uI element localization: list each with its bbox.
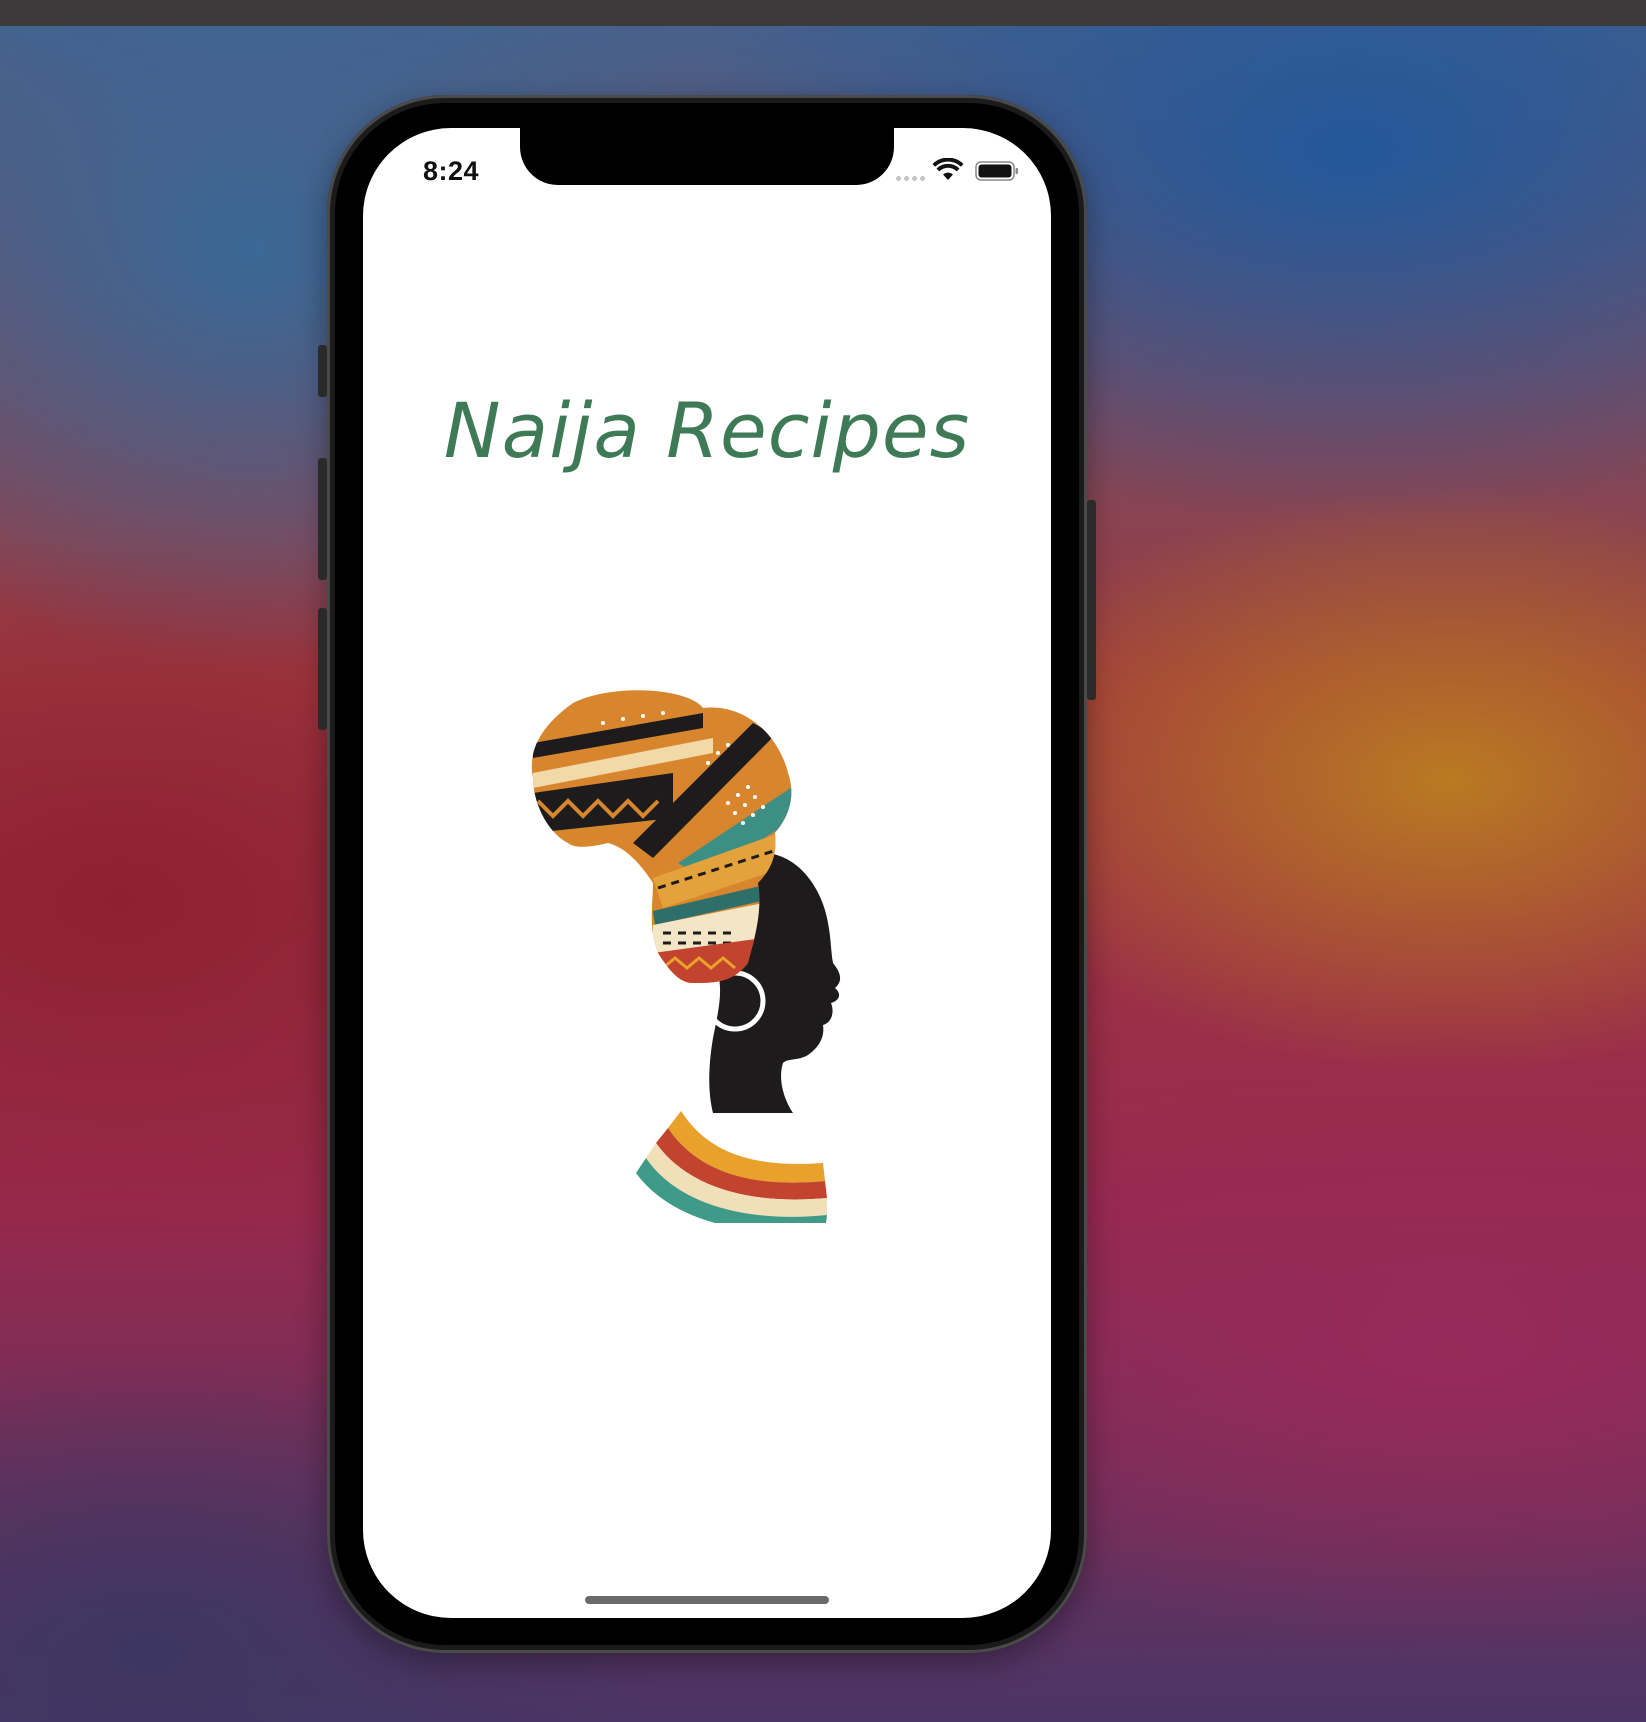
home-indicator[interactable]: [585, 1596, 829, 1604]
wifi-icon: [932, 158, 964, 180]
volume-up-button: [318, 458, 327, 580]
volume-down-button: [318, 608, 327, 730]
app-title: Naija Recipes: [443, 386, 971, 475]
battery-icon: [975, 161, 1018, 181]
power-button: [1087, 500, 1096, 700]
cellular-signal-icon: [896, 176, 925, 181]
phone-screen: 8:24 Naija Recipes: [363, 128, 1051, 1618]
window-top-bar: [0, 0, 1646, 26]
mute-switch: [318, 345, 327, 397]
notch: [520, 128, 894, 185]
status-time: 8:24: [423, 156, 480, 186]
african-woman-headwrap-logo: [531, 690, 841, 1223]
